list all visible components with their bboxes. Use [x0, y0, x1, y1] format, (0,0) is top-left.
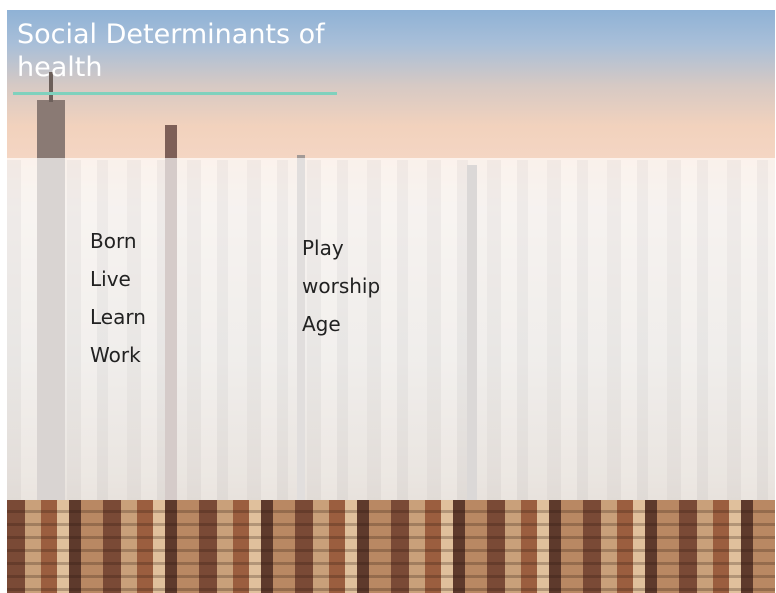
list-item: Work [90, 343, 141, 367]
slide: Social Determinants of health Born Live … [7, 10, 775, 593]
list-item: Play [302, 236, 344, 260]
foreground-buildings [7, 500, 775, 593]
slide-title: Social Determinants of health [17, 19, 325, 83]
title-underline [13, 92, 337, 95]
list-item: Born [90, 229, 137, 253]
list-item: worship [302, 274, 381, 298]
list-item: Learn [90, 305, 146, 329]
list-item: Age [302, 312, 341, 336]
list-left: Born Live Learn Work [90, 222, 146, 374]
list-item: Live [90, 267, 131, 291]
list-right: Play worship Age [302, 229, 380, 343]
